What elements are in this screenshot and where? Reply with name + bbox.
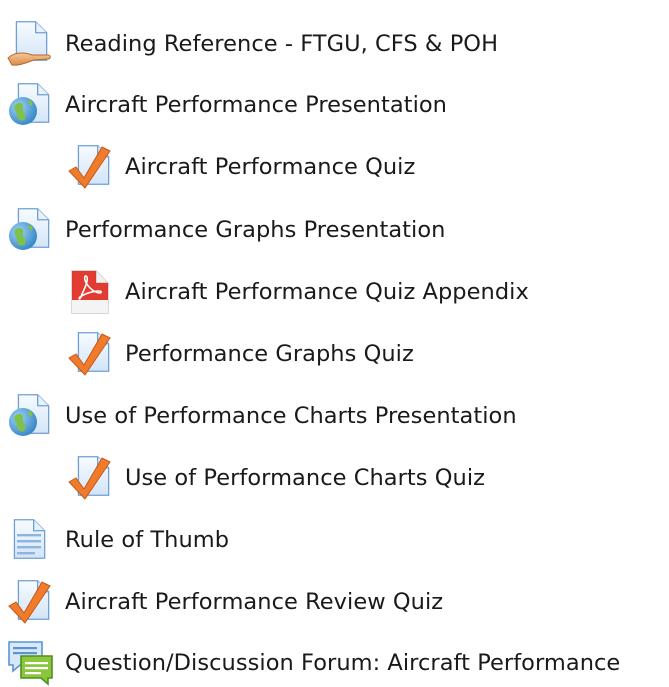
- activity-label: Rule of Thumb: [65, 526, 230, 553]
- page-resource-icon: [6, 20, 54, 68]
- activity-aircraft-performance-review-quiz[interactable]: Aircraft Performance Review Quiz: [6, 578, 443, 626]
- activity-rule-of-thumb[interactable]: Rule of Thumb: [6, 516, 229, 564]
- activity-reading-reference[interactable]: Reading Reference - FTGU, CFS & POH: [6, 20, 498, 68]
- activity-label: Performance Graphs Presentation: [65, 216, 446, 243]
- forum-chat-icon: [6, 639, 54, 687]
- url-globe-icon: [6, 392, 54, 440]
- url-globe-icon: [6, 206, 54, 254]
- activity-label: Use of Performance Charts Quiz: [125, 464, 485, 491]
- activity-label: Aircraft Performance Quiz Appendix: [125, 278, 529, 305]
- url-globe-icon: [6, 81, 54, 129]
- activity-performance-graphs-presentation[interactable]: Performance Graphs Presentation: [6, 206, 445, 254]
- activity-use-of-performance-charts-quiz[interactable]: Use of Performance Charts Quiz: [66, 454, 485, 502]
- activity-label: Aircraft Performance Presentation: [65, 91, 447, 118]
- activity-aircraft-performance-presentation[interactable]: Aircraft Performance Presentation: [6, 81, 447, 129]
- activity-aircraft-performance-quiz-appendix[interactable]: Aircraft Performance Quiz Appendix: [66, 268, 529, 316]
- activity-label: Reading Reference - FTGU, CFS & POH: [65, 30, 499, 57]
- activity-label: Aircraft Performance Quiz: [125, 153, 416, 180]
- activity-label: Question/Discussion Forum: Aircraft Perf…: [65, 649, 621, 676]
- quiz-check-icon: [6, 578, 54, 626]
- activity-question-discussion-forum[interactable]: Question/Discussion Forum: Aircraft Perf…: [6, 639, 620, 687]
- activity-label: Aircraft Performance Review Quiz: [65, 588, 444, 615]
- activity-use-of-performance-charts-presentation[interactable]: Use of Performance Charts Presentation: [6, 392, 517, 440]
- pdf-icon: [66, 268, 114, 316]
- quiz-check-icon: [66, 143, 114, 191]
- activity-performance-graphs-quiz[interactable]: Performance Graphs Quiz: [66, 330, 414, 378]
- activity-label: Use of Performance Charts Presentation: [65, 402, 517, 429]
- quiz-check-icon: [66, 454, 114, 502]
- activity-aircraft-performance-quiz[interactable]: Aircraft Performance Quiz: [66, 143, 415, 191]
- text-page-icon: [6, 516, 54, 564]
- activity-label: Performance Graphs Quiz: [125, 340, 414, 367]
- quiz-check-icon: [66, 330, 114, 378]
